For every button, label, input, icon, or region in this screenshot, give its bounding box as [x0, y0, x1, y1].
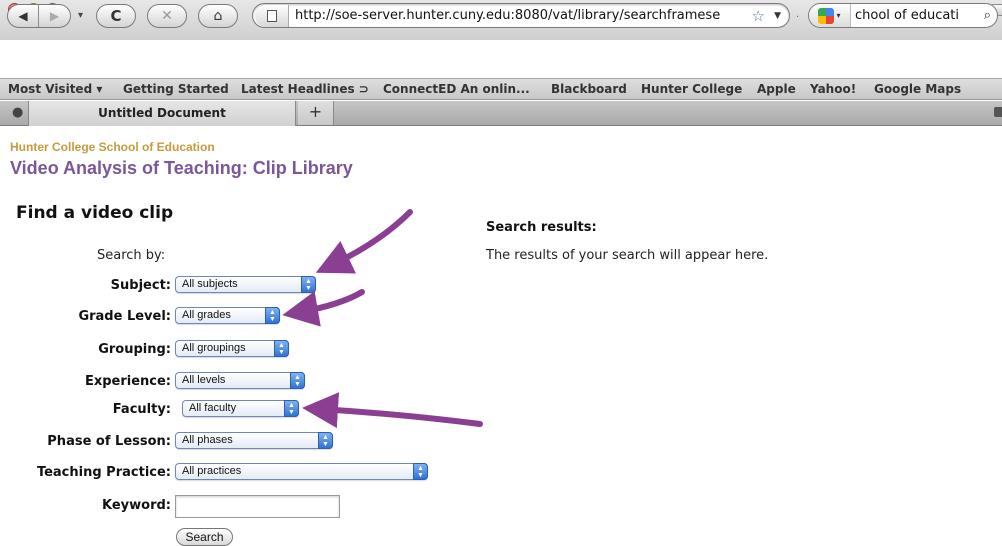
- phase-of-lesson-value: All phases: [182, 434, 233, 446]
- subject-label: Subject:: [110, 278, 171, 293]
- stop-button[interactable]: ✕: [147, 4, 187, 28]
- select-arrows-icon: ▲ ▼: [413, 463, 428, 480]
- experience-label: Experience:: [84, 374, 171, 389]
- teaching-practice-label: Teaching Practice:: [36, 465, 171, 480]
- history-dropdown-icon[interactable]: ▾: [78, 10, 83, 21]
- select-arrows-icon: ▲ ▼: [318, 432, 333, 449]
- page-content: Hunter College School of Education Video…: [0, 127, 1002, 546]
- subject-value: All subjects: [182, 278, 238, 290]
- bookmark-most-visited[interactable]: Most Visited ▾: [8, 82, 102, 96]
- home-icon: ⌂: [213, 8, 223, 24]
- select-arrows-icon: ▲ ▼: [274, 340, 289, 357]
- url-dropdown-icon[interactable]: ▼: [774, 11, 781, 21]
- bookmark-latest-headlines[interactable]: Latest Headlines ⊃: [241, 82, 369, 96]
- search-bar[interactable]: ▾ chool of educati ⌕: [808, 3, 998, 28]
- engine-dropdown-icon: ▾: [836, 11, 841, 20]
- select-arrows-icon: ▲ ▼: [284, 400, 299, 417]
- back-arrow-icon: ◀: [18, 9, 28, 23]
- keyword-label: Keyword:: [102, 498, 171, 513]
- filter-row-phase: Phase of Lesson: All phases ▲ ▼: [0, 432, 440, 452]
- address-bar[interactable]: http://soe-server.hunter.cuny.edu:8080/v…: [252, 3, 790, 28]
- tab-bar: ● Untitled Document +: [0, 101, 1002, 126]
- bookmark-connected[interactable]: ConnectED An onlin...: [383, 82, 530, 96]
- filter-row-faculty: Faculty: All faculty ▲ ▼: [0, 400, 440, 420]
- tab-list-icon[interactable]: [994, 107, 1002, 117]
- bookmark-yahoo[interactable]: Yahoo!: [810, 82, 856, 96]
- magnifier-icon[interactable]: ⌕: [984, 8, 991, 23]
- annotation-arrows: [282, 209, 483, 429]
- apple-icon: ●: [12, 105, 24, 120]
- select-arrows-icon: ▲ ▼: [301, 276, 316, 293]
- new-tab-button[interactable]: +: [298, 101, 334, 125]
- teaching-practice-select[interactable]: All practices ▲ ▼: [175, 463, 428, 480]
- stop-icon: ✕: [161, 8, 173, 24]
- teaching-practice-value: All practices: [182, 465, 242, 477]
- experience-select[interactable]: All levels ▲ ▼: [175, 372, 305, 389]
- search-button[interactable]: Search: [176, 528, 233, 546]
- back-button[interactable]: ◀: [8, 5, 40, 27]
- bookmarks-bar: Most Visited ▾ Getting Started Latest He…: [0, 78, 1002, 100]
- grade-level-value: All grades: [182, 309, 231, 321]
- url-text: http://soe-server.hunter.cuny.edu:8080/v…: [295, 8, 721, 23]
- home-button[interactable]: ⌂: [198, 4, 238, 28]
- results-text: The results of your search will appear h…: [486, 248, 769, 263]
- forward-arrow-icon: ▶: [49, 9, 60, 23]
- results-title: Search results:: [486, 220, 597, 235]
- grade-level-select[interactable]: All grades ▲ ▼: [175, 307, 280, 324]
- page-icon: [266, 9, 277, 22]
- annotation-arrow-subject: [315, 209, 413, 274]
- search-engine-selector[interactable]: ▾: [809, 4, 851, 27]
- filter-row-grouping: Grouping: All groupings ▲ ▼: [0, 340, 440, 360]
- select-arrows-icon: ▲ ▼: [265, 307, 280, 324]
- experience-value: All levels: [182, 374, 226, 386]
- find-heading: Find a video clip: [16, 203, 174, 223]
- subject-select[interactable]: All subjects ▲ ▼: [175, 276, 316, 293]
- reload-button[interactable]: C: [96, 4, 136, 28]
- bookmark-getting-started[interactable]: Getting Started: [123, 82, 229, 96]
- filter-row-teaching-practice: Teaching Practice: All practices ▲ ▼: [0, 463, 440, 483]
- library-title: Video Analysis of Teaching: Clip Library: [10, 158, 353, 178]
- faculty-select[interactable]: All faculty ▲ ▼: [182, 400, 299, 417]
- phase-of-lesson-select[interactable]: All phases ▲ ▼: [175, 432, 333, 449]
- filter-row-experience: Experience: All levels ▲ ▼: [0, 372, 440, 392]
- bookmark-hunter-college[interactable]: Hunter College: [641, 82, 742, 96]
- bookmark-star-icon[interactable]: ☆: [752, 7, 765, 25]
- browser-window: Untitled Document ◀ ▶ ▾ C ✕ ⌂ http://soe…: [0, 0, 1002, 546]
- keyword-input[interactable]: [175, 495, 340, 518]
- filter-row-subject: Subject: All subjects ▲ ▼: [0, 276, 440, 296]
- grouping-value: All groupings: [182, 342, 246, 354]
- toolbar-separator: ·: [796, 12, 800, 23]
- forward-button[interactable]: ▶: [39, 5, 70, 27]
- faculty-label: Faculty:: [112, 402, 171, 417]
- back-forward-group: ◀ ▶: [7, 4, 71, 28]
- faculty-value: All faculty: [189, 402, 237, 414]
- tab-untitled-document[interactable]: Untitled Document: [28, 101, 296, 126]
- grouping-select[interactable]: All groupings ▲ ▼: [175, 340, 289, 357]
- search-by-label: Search by:: [97, 248, 166, 263]
- bookmark-blackboard[interactable]: Blackboard: [551, 82, 627, 96]
- select-arrows-icon: ▲ ▼: [290, 372, 305, 389]
- school-name: Hunter College School of Education: [10, 140, 215, 154]
- search-bar-text: chool of educati: [855, 8, 960, 23]
- bookmark-google-maps[interactable]: Google Maps: [874, 82, 961, 96]
- grouping-label: Grouping:: [98, 342, 171, 357]
- reload-icon: C: [110, 7, 122, 25]
- phase-of-lesson-label: Phase of Lesson:: [47, 434, 171, 449]
- bookmark-apple[interactable]: Apple: [757, 82, 796, 96]
- site-identity-button[interactable]: [255, 4, 289, 27]
- filter-row-grade: Grade Level: All grades ▲ ▼: [0, 307, 440, 327]
- google-icon: [818, 7, 835, 24]
- grade-level-label: Grade Level:: [78, 309, 171, 324]
